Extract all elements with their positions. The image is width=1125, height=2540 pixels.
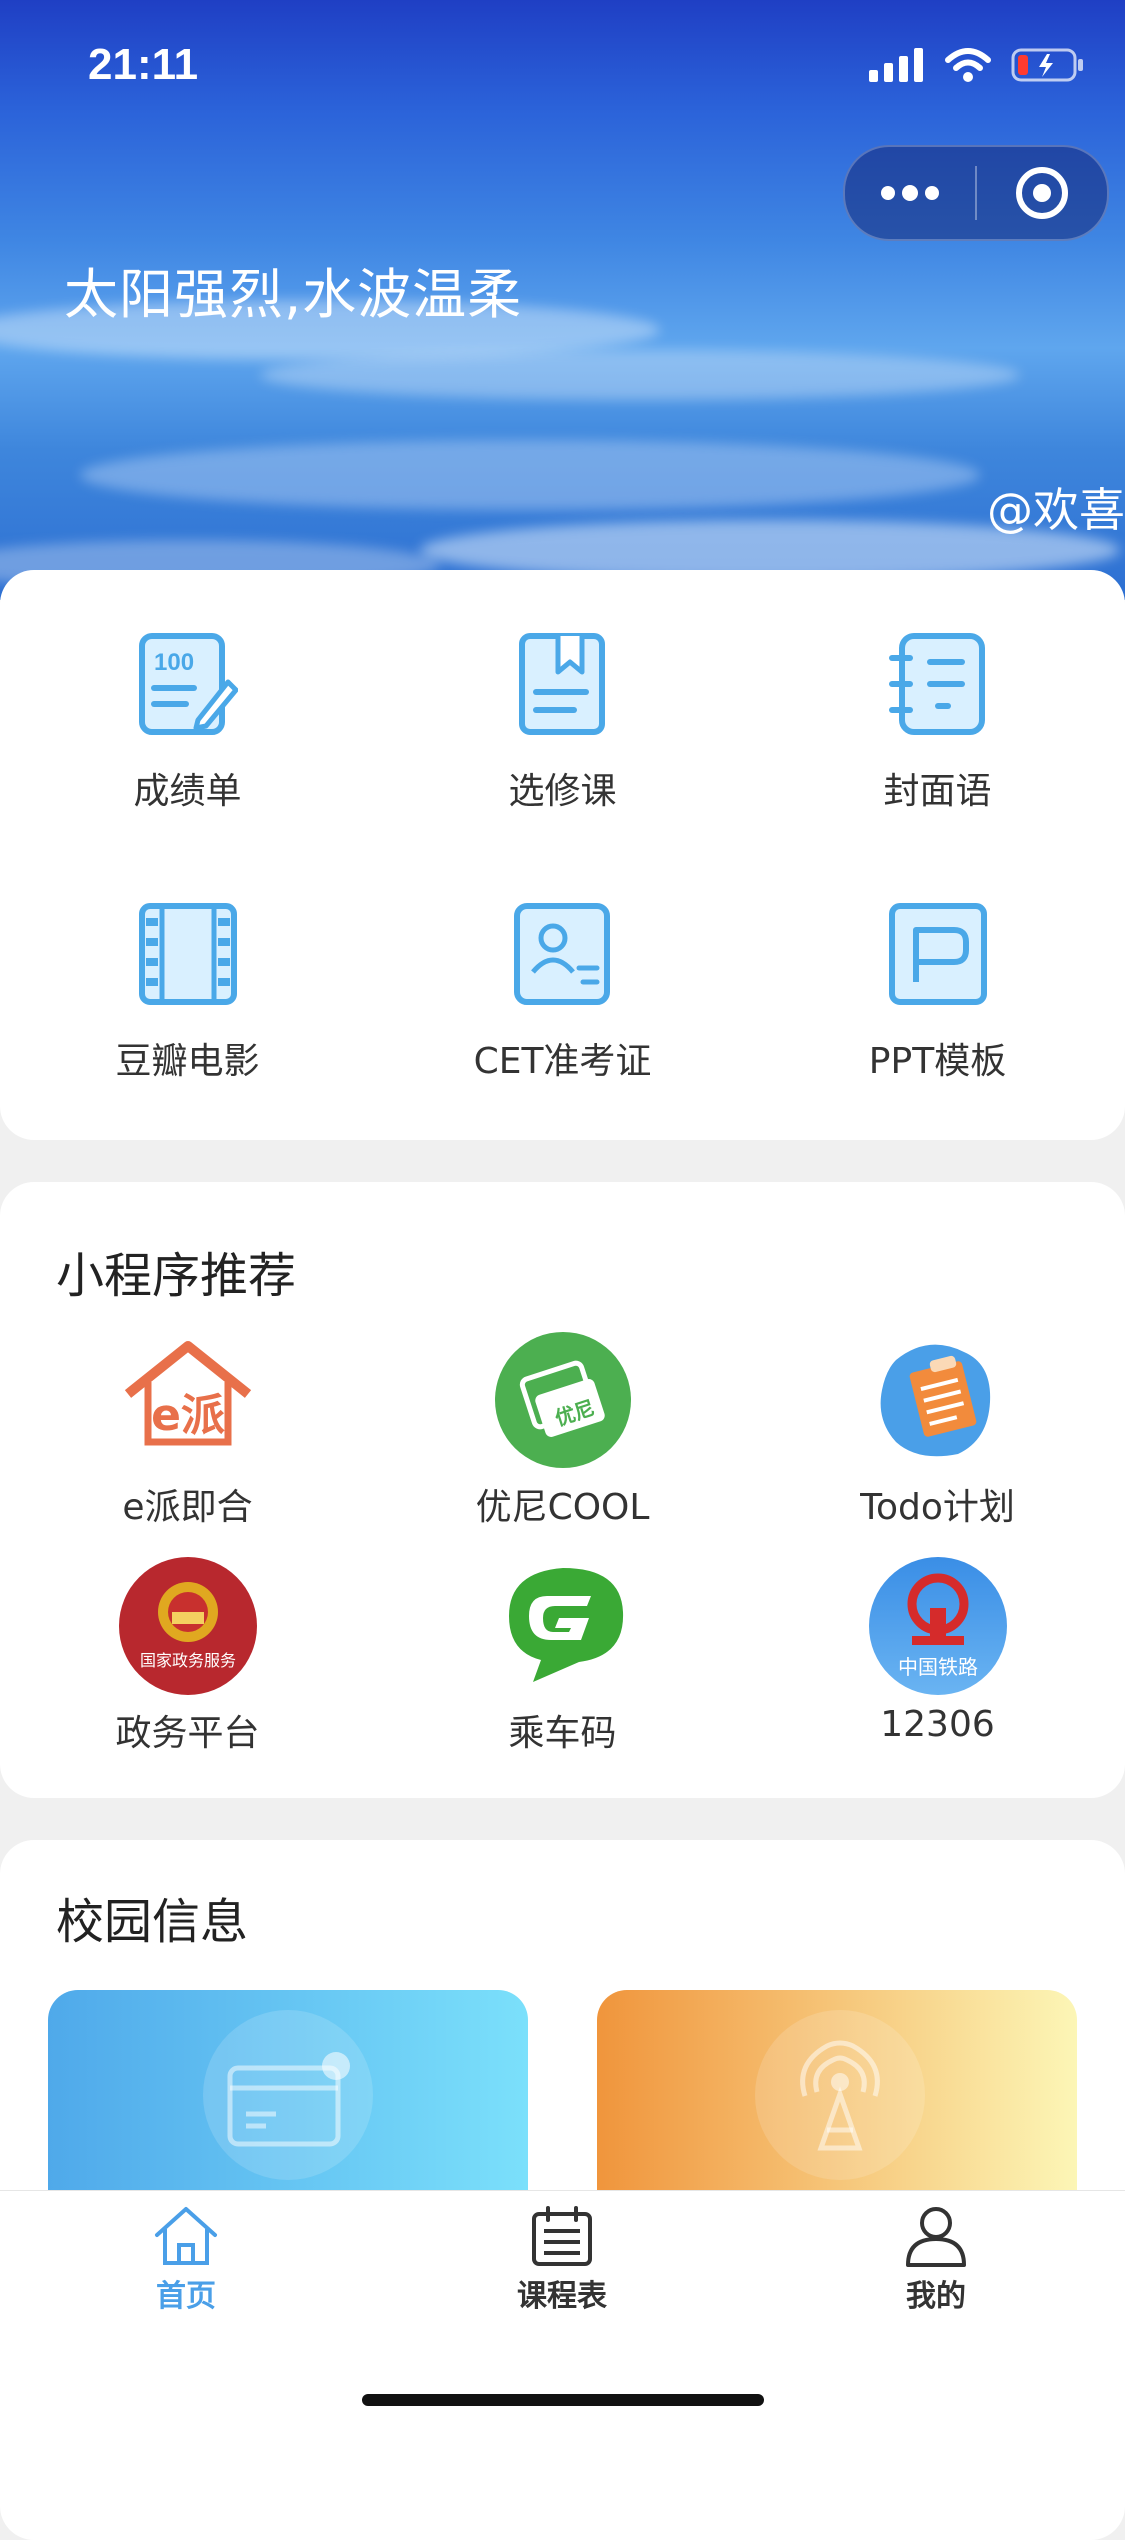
epai-logo-icon: e派 [124,1341,251,1446]
tab-label: 课程表 [517,2279,607,2314]
ride-code-logo-icon [508,1568,623,1682]
status-time: 21:11 [88,40,199,89]
gov-service-logo-icon: 国家政务服务 [118,1557,257,1695]
film-strip-icon [138,903,237,1005]
tool-elective-course[interactable]: 选修课 [375,632,750,814]
railway-logo-icon: 中国铁路 [868,1557,1007,1695]
close-capsule-button[interactable] [977,147,1107,239]
mini-app-ride-code[interactable]: 乘车码 [375,1556,750,1756]
mini-program-card: 小程序推荐 e派 e派即合 优尼 优尼COOL Todo计划 国家政务服务 政务… [0,1182,1125,1798]
tools-card: 100 成绩单 选修课 封面语 豆瓣电影 CET准考证 PPT模板 [0,570,1125,1140]
mini-app-12306[interactable]: 中国铁路 12306 [750,1556,1125,1745]
tab-schedule[interactable]: 课程表 [462,2205,662,2315]
section-title: 校园信息 [56,1894,249,1950]
svg-text:中国铁路: 中国铁路 [898,1655,978,1679]
hero-credit: @欢喜 [987,483,1125,537]
mini-app-todo[interactable]: Todo计划 [750,1330,1125,1530]
battery-icon [1011,48,1083,82]
section-title: 小程序推荐 [56,1248,297,1304]
tool-label: CET准考证 [473,1041,652,1082]
mini-app-youni[interactable]: 优尼 优尼COOL [375,1330,750,1530]
ppt-icon [888,903,987,1005]
tool-label: 选修课 [508,771,617,812]
hero-title: 太阳强烈,水波温柔 [64,263,523,326]
tool-ppt-template[interactable]: PPT模板 [750,902,1125,1084]
tool-label: 豆瓣电影 [115,1041,260,1082]
tool-cover-quote[interactable]: 封面语 [750,632,1125,814]
report-card-icon: 100 [138,633,238,735]
youni-logo-icon: 优尼 [494,1332,631,1468]
tab-label: 我的 [906,2279,966,2314]
app-label: e派即合 [122,1487,253,1528]
tab-home[interactable]: 首页 [86,2205,286,2315]
todo-logo-icon [880,1344,990,1457]
tool-label: 成绩单 [133,771,242,812]
app-label: Todo计划 [860,1487,1015,1528]
status-icons [869,48,1085,82]
mini-app-gov-service[interactable]: 国家政务服务 政务平台 [0,1556,375,1756]
target-close-icon [1016,167,1068,219]
tab-mine[interactable]: 我的 [836,2205,1036,2315]
calendar-icon [532,2206,592,2266]
mini-app-epai[interactable]: e派 e派即合 [0,1330,375,1530]
bank-card-icon [227,2052,350,2147]
more-button[interactable] [845,147,975,239]
more-dots-icon [881,185,939,201]
tab-label: 首页 [156,2279,216,2314]
svg-text:国家政务服务: 国家政务服务 [139,1651,235,1670]
id-card-icon [513,903,610,1005]
tool-label: 封面语 [883,771,992,812]
app-label: 优尼COOL [475,1487,650,1528]
tool-report-card[interactable]: 100 成绩单 [0,632,375,814]
svg-text:100: 100 [154,649,194,676]
bookmark-book-icon [518,633,605,735]
wifi-icon [945,48,991,82]
broadcast-icon [800,2040,880,2151]
user-icon [906,2207,966,2267]
tool-label: PPT模板 [868,1041,1007,1082]
notebook-icon [888,633,985,735]
mini-program-capsule [843,145,1109,241]
tool-cet-admission[interactable]: CET准考证 [375,902,750,1084]
signal-icon [869,48,923,82]
hero-banner: 21:11 太阳强烈,水波温柔 @欢喜 [0,0,1125,600]
app-label: 12306 [880,1704,995,1745]
home-indicator [362,2394,764,2406]
tool-douban-movie[interactable]: 豆瓣电影 [0,902,375,1084]
svg-text:e派: e派 [151,1390,225,1441]
app-label: 政务平台 [115,1713,260,1754]
app-label: 乘车码 [508,1713,617,1754]
home-icon [155,2207,217,2265]
